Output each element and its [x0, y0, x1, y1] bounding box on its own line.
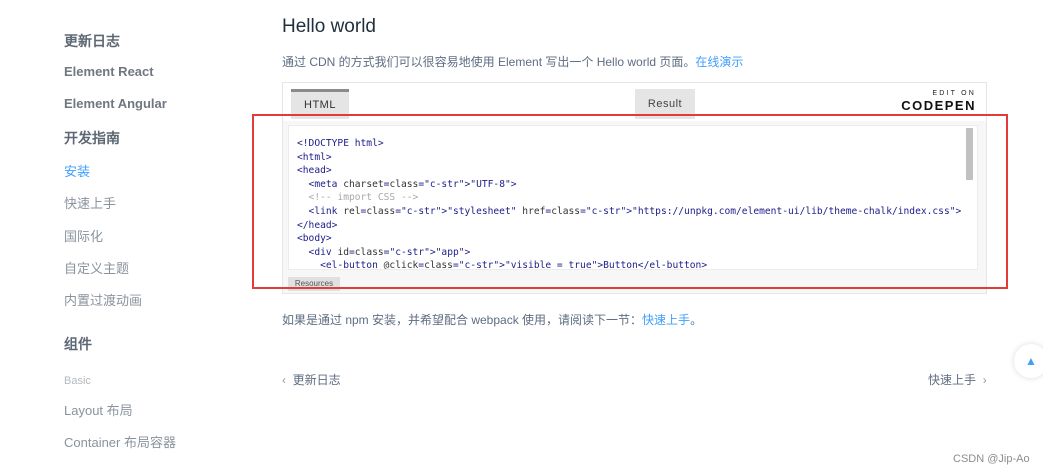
next-page-link[interactable]: 快速上手 › [928, 371, 987, 388]
intro-paragraph: 通过 CDN 的方式我们可以很容易地使用 Element 写出一个 Hello … [282, 53, 743, 70]
sidebar-nav: 更新日志 Element React Element Angular 开发指南 … [0, 0, 250, 475]
npm-note: 如果是通过 npm 安装，并希望配合 webpack 使用，请阅读下一节：快速上… [282, 311, 702, 328]
edit-on-codepen-link[interactable]: EDIT ON CODEPEN [901, 89, 976, 114]
sidebar-item-install[interactable]: 安装 [64, 161, 90, 180]
edit-on-label: EDIT ON [932, 90, 976, 97]
back-to-top-button[interactable]: ▲ [1014, 344, 1043, 378]
online-demo-link[interactable]: 在线演示 [695, 55, 743, 69]
quickstart-link[interactable]: 快速上手 [642, 313, 690, 327]
sidebar-item-custom-theme[interactable]: 自定义主题 [64, 258, 129, 277]
sidebar-item-element-angular[interactable]: Element Angular [64, 96, 167, 111]
sidebar-item-element-react[interactable]: Element React [64, 64, 154, 79]
sidebar-item-container[interactable]: Container 布局容器 [64, 432, 176, 451]
next-page-label: 快速上手 [928, 373, 977, 387]
sidebar-item-i18n[interactable]: 国际化 [64, 226, 103, 245]
code-highlight-box [252, 114, 1008, 289]
watermark: CSDN @Jip-Ao [953, 453, 1030, 465]
sidebar-subgroup-basic: Basic [64, 375, 91, 387]
sidebar-item-layout[interactable]: Layout 布局 [64, 400, 133, 419]
prev-page-link[interactable]: ‹ 更新日志 [282, 371, 341, 388]
chevron-right-icon: › [982, 373, 987, 387]
chevron-left-icon: ‹ [282, 373, 286, 387]
codepen-logo: CODEPEN [901, 98, 976, 113]
sidebar-group-dev-guide: 开发指南 [64, 130, 120, 146]
page-title: Hello world [282, 16, 376, 37]
sidebar-group-components: 组件 [64, 336, 92, 352]
sidebar-item-quickstart[interactable]: 快速上手 [64, 193, 116, 212]
arrow-up-icon: ▲ [1025, 354, 1037, 368]
sidebar-item-transitions[interactable]: 内置过渡动画 [64, 290, 142, 309]
npm-end: 。 [690, 313, 703, 327]
sidebar-item-changelog[interactable]: 更新日志 [64, 31, 120, 51]
intro-text: 通过 CDN 的方式我们可以很容易地使用 Element 写出一个 Hello … [282, 55, 696, 69]
npm-text: 如果是通过 npm 安装，并希望配合 webpack 使用，请阅读下一节： [282, 313, 643, 327]
prev-page-label: 更新日志 [292, 373, 341, 387]
